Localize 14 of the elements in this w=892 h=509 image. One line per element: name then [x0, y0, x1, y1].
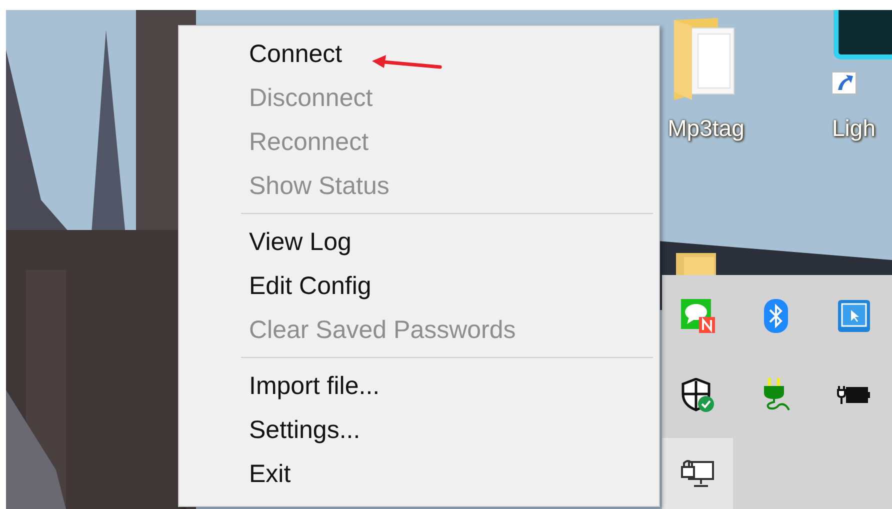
shield-icon[interactable]	[680, 378, 714, 412]
chat-icon[interactable]	[680, 298, 714, 332]
menu-item[interactable]: Exit	[183, 452, 655, 496]
menu-item[interactable]: Edit Config	[183, 264, 655, 308]
menu-item[interactable]: Import file...	[183, 364, 655, 408]
menu-item[interactable]: View Log	[183, 220, 655, 264]
cursor-window-icon[interactable]	[838, 300, 870, 332]
menu-item[interactable]: Connect	[183, 32, 655, 76]
bluetooth-icon[interactable]	[764, 298, 788, 332]
pointer-arrow-drawing	[372, 55, 442, 69]
battery-icon[interactable]	[836, 384, 870, 404]
lock-monitor-icon[interactable]	[680, 458, 714, 488]
folder-icon	[676, 253, 716, 275]
menu-item[interactable]: Settings...	[183, 408, 655, 452]
